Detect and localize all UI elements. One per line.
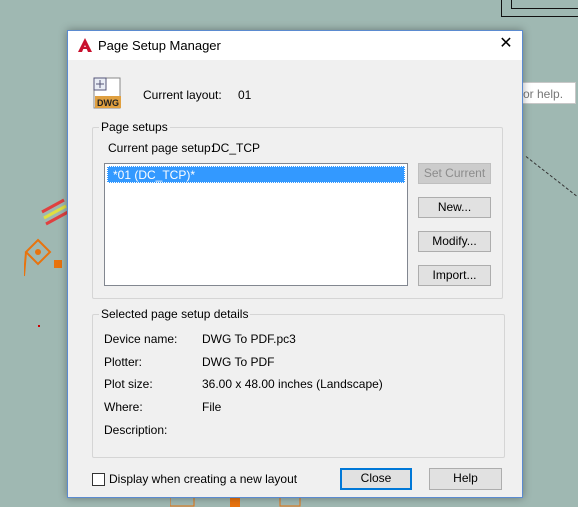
selected-details-group: Selected page setup details Device name:… bbox=[92, 307, 505, 458]
display-on-new-layout-option[interactable]: Display when creating a new layout bbox=[92, 472, 297, 486]
plotter-value: DWG To PDF bbox=[202, 355, 275, 369]
device-name-value: DWG To PDF.pc3 bbox=[202, 332, 296, 346]
description-label: Description: bbox=[104, 423, 168, 437]
autocad-logo-icon bbox=[78, 38, 92, 52]
where-label: Where: bbox=[104, 400, 143, 414]
current-layout-label: Current layout: bbox=[143, 88, 222, 102]
help-search-hint[interactable]: or help. bbox=[516, 82, 576, 104]
list-item[interactable]: *01 (DC_TCP)* bbox=[107, 166, 405, 183]
display-on-new-layout-label: Display when creating a new layout bbox=[109, 472, 298, 486]
drawing-dot bbox=[38, 325, 40, 327]
current-layout-value: 01 bbox=[238, 88, 252, 102]
svg-text:DWG: DWG bbox=[97, 98, 119, 108]
page-setup-manager-dialog: Page Setup Manager ✕ DWG Current layout:… bbox=[67, 30, 523, 498]
device-name-label: Device name: bbox=[104, 332, 178, 346]
plotter-label: Plotter: bbox=[104, 355, 143, 369]
set-current-button[interactable]: Set Current bbox=[418, 163, 491, 184]
drawing-dashed-line bbox=[525, 156, 577, 197]
drawing-hatch-symbol bbox=[41, 198, 69, 226]
current-page-setup-label: Current page setup: bbox=[108, 141, 215, 155]
details-legend: Selected page setup details bbox=[99, 307, 251, 321]
plot-size-label: Plot size: bbox=[104, 377, 153, 391]
dialog-title: Page Setup Manager bbox=[98, 38, 221, 53]
close-icon[interactable]: ✕ bbox=[498, 36, 514, 52]
display-on-new-layout-checkbox[interactable] bbox=[92, 472, 105, 486]
new-button[interactable]: New... bbox=[418, 197, 491, 218]
dwg-file-icon: DWG bbox=[93, 77, 121, 109]
page-setups-legend: Page setups bbox=[99, 120, 170, 134]
help-button[interactable]: Help bbox=[429, 468, 502, 490]
current-page-setup-value: DC_TCP bbox=[212, 141, 261, 155]
page-setups-group: Page setups Current page setup: DC_TCP *… bbox=[92, 120, 503, 299]
modify-button[interactable]: Modify... bbox=[418, 231, 491, 252]
import-button[interactable]: Import... bbox=[418, 265, 491, 286]
plot-size-value: 36.00 x 48.00 inches (Landscape) bbox=[202, 377, 383, 391]
drawing-frame-line-inner bbox=[511, 0, 578, 9]
title-bar: Page Setup Manager ✕ bbox=[68, 31, 522, 60]
where-value: File bbox=[202, 400, 222, 414]
page-setups-list[interactable]: *01 (DC_TCP)* bbox=[104, 163, 408, 286]
close-button[interactable]: Close bbox=[340, 468, 412, 490]
